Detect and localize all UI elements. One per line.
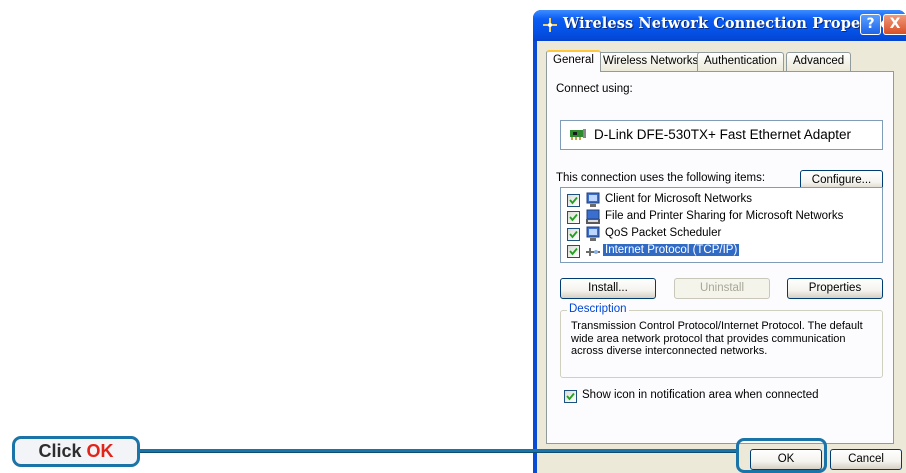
network-adapter-icon <box>570 129 586 140</box>
window-title: Wireless Network Connection Properties <box>563 15 899 32</box>
uninstall-button-label: Uninstall <box>699 282 745 294</box>
properties-dialog: Wireless Network Connection Properties ?… <box>533 10 906 473</box>
cancel-button-label: Cancel <box>848 453 884 465</box>
checkmark-icon <box>569 196 578 205</box>
item-checkbox[interactable] <box>567 211 580 224</box>
item-checkbox[interactable] <box>567 228 580 241</box>
show-icon-checkbox[interactable] <box>564 390 577 403</box>
item-checkbox[interactable] <box>567 245 580 258</box>
checkmark-icon <box>569 247 578 256</box>
title-bar[interactable]: Wireless Network Connection Properties ?… <box>533 10 906 41</box>
general-tab-panel: Connect using: D-Link DFE-530TX+ Fast Et… <box>546 71 894 444</box>
description-group: Description Transmission Control Protoco… <box>560 303 883 378</box>
checkmark-icon <box>566 392 575 401</box>
help-button[interactable]: ? <box>860 14 881 35</box>
properties-button[interactable]: Properties <box>787 278 883 299</box>
qos-scheduler-icon <box>586 226 600 241</box>
connect-using-label: Connect using: <box>556 83 633 95</box>
adapter-field: D-Link DFE-530TX+ Fast Ethernet Adapter <box>560 120 883 150</box>
ok-button-highlight <box>736 438 827 473</box>
install-button[interactable]: Install... <box>560 278 656 299</box>
dialog-body: General Wireless Networks Authentication… <box>537 41 906 473</box>
file-printer-sharing-icon <box>586 209 600 224</box>
description-legend: Description <box>567 303 629 315</box>
items-label: This connection uses the following items… <box>556 172 766 184</box>
checkmark-icon <box>569 230 578 239</box>
configure-button-label: Configure... <box>811 174 872 186</box>
checkmark-icon <box>569 213 578 222</box>
item-label: QoS Packet Scheduler <box>605 227 722 239</box>
adapter-name: D-Link DFE-530TX+ Fast Ethernet Adapter <box>594 127 851 142</box>
tab-wireless-networks[interactable]: Wireless Networks <box>596 52 706 71</box>
item-checkbox[interactable] <box>567 194 580 207</box>
description-text: Transmission Control Protocol/Internet P… <box>571 320 863 357</box>
items-list[interactable]: Client for Microsoft Networks File and P… <box>560 187 883 263</box>
item-label: Internet Protocol (TCP/IP) <box>603 244 740 256</box>
item-label: File and Printer Sharing for Microsoft N… <box>605 210 844 222</box>
callout-ok-text: OK <box>86 441 114 461</box>
network-connection-icon <box>543 18 557 32</box>
install-button-label: Install... <box>588 282 628 294</box>
tab-authentication[interactable]: Authentication <box>697 52 784 71</box>
protocol-icon <box>586 248 600 256</box>
close-button[interactable]: X <box>883 14 906 35</box>
cancel-button[interactable]: Cancel <box>830 449 902 470</box>
network-client-icon <box>586 192 600 207</box>
item-label: Client for Microsoft Networks <box>605 193 752 205</box>
show-icon-label: Show icon in notification area when conn… <box>582 389 819 401</box>
tab-advanced[interactable]: Advanced <box>786 52 852 71</box>
uninstall-button[interactable]: Uninstall <box>674 278 770 299</box>
tab-general[interactable]: General <box>546 50 601 72</box>
callout-connector-shadow <box>140 452 736 453</box>
click-ok-callout: Click OK <box>12 436 140 467</box>
callout-click-text: Click <box>38 441 82 461</box>
properties-button-label: Properties <box>808 282 862 294</box>
